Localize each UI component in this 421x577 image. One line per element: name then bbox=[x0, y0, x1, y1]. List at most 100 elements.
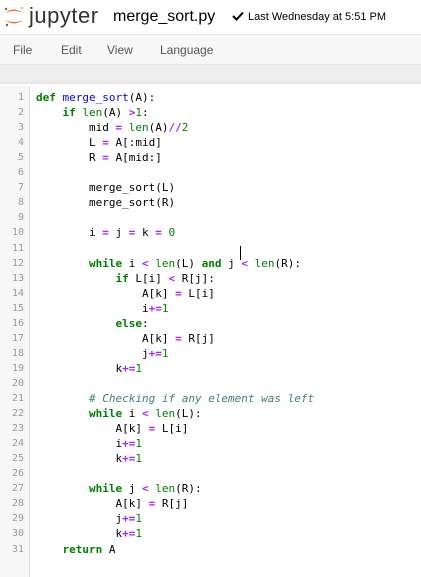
code-text[interactable]: if L[i] < R[j]: bbox=[36, 271, 214, 286]
line-number: 22 bbox=[11, 408, 24, 420]
line-number: 7 bbox=[17, 182, 24, 194]
line-number: 4 bbox=[17, 137, 24, 149]
line-number: 12 bbox=[11, 257, 24, 269]
line-number: 29 bbox=[11, 513, 24, 525]
line-number: 2 bbox=[17, 107, 24, 119]
menu-language[interactable]: Language bbox=[160, 43, 213, 57]
code-line[interactable]: 1 def merge_sort(A): bbox=[0, 90, 421, 105]
line-number: 1 bbox=[17, 92, 24, 103]
code-line[interactable]: 11 bbox=[0, 241, 421, 256]
code-text[interactable]: if len(A) >1: bbox=[36, 105, 149, 120]
code-text[interactable]: k+=1 bbox=[36, 451, 142, 466]
code-text[interactable]: A[k] = L[i] bbox=[36, 421, 188, 436]
code-text[interactable]: k+=1 bbox=[36, 361, 142, 376]
line-number: 6 bbox=[17, 167, 24, 179]
line-number: 24 bbox=[11, 438, 24, 450]
code-text[interactable]: while i < len(L): bbox=[36, 406, 202, 421]
code-text[interactable]: R = A[mid:] bbox=[36, 150, 162, 165]
line-number: 21 bbox=[11, 393, 24, 404]
code-line[interactable]: 13 if L[i] < R[j]: bbox=[0, 271, 421, 286]
line-number: 9 bbox=[17, 212, 24, 224]
line-number: 14 bbox=[11, 287, 24, 299]
code-line[interactable]: 7 merge_sort(L) bbox=[0, 180, 421, 195]
code-text[interactable]: j+=1 bbox=[36, 346, 169, 361]
line-number: 18 bbox=[11, 347, 24, 359]
code-line[interactable]: 15 i+=1 bbox=[0, 301, 421, 316]
line-number: 10 bbox=[11, 227, 24, 239]
code-line[interactable]: 19 k+=1 bbox=[0, 361, 421, 376]
code-text[interactable]: mid = len(A)//2 bbox=[36, 120, 188, 135]
menu-view[interactable]: View bbox=[107, 43, 133, 57]
line-number: 17 bbox=[11, 332, 24, 344]
code-line[interactable]: 6 bbox=[0, 165, 421, 180]
line-number: 16 bbox=[11, 317, 24, 329]
code-text[interactable]: merge_sort(L) bbox=[36, 180, 175, 195]
toolbar-spacer bbox=[0, 65, 421, 82]
code-text[interactable]: while i < len(L) and j < len(R): bbox=[36, 256, 301, 271]
code-text[interactable]: L = A[:mid] bbox=[36, 135, 162, 150]
code-text[interactable]: i+=1 bbox=[36, 301, 169, 316]
jupyter-logo-icon[interactable] bbox=[3, 4, 25, 28]
code-line[interactable]: 21 # Checking if any element was left bbox=[0, 391, 421, 406]
code-line[interactable]: 10 i = j = k = 0 bbox=[0, 225, 421, 240]
code-text[interactable]: merge_sort(R) bbox=[36, 195, 175, 210]
code-text[interactable]: A[k] = R[j] bbox=[36, 331, 215, 346]
file-name[interactable]: merge_sort.py bbox=[113, 8, 215, 26]
jupyter-brand[interactable]: jupyter bbox=[29, 4, 99, 28]
line-number: 11 bbox=[11, 242, 24, 254]
code-line[interactable]: 8 merge_sort(R) bbox=[0, 195, 421, 210]
code-line[interactable]: 22 while i < len(L): bbox=[0, 406, 421, 421]
code-line[interactable]: 16 else: bbox=[0, 316, 421, 331]
line-number: 5 bbox=[17, 152, 24, 164]
line-number: 26 bbox=[11, 468, 24, 480]
line-number: 19 bbox=[11, 362, 24, 374]
code-line[interactable]: 12 while i < len(L) and j < len(R): bbox=[0, 256, 421, 271]
code-line[interactable]: 23 A[k] = L[i] bbox=[0, 421, 421, 436]
code-line[interactable]: 9 bbox=[0, 210, 421, 225]
code-line[interactable]: 20 bbox=[0, 376, 421, 391]
code-editor[interactable]: 1 def merge_sort(A): 2 if len(A) >1: 3 mid … bbox=[0, 86, 421, 577]
code-line[interactable]: 28 A[k] = R[j] bbox=[0, 496, 421, 511]
line-number: 23 bbox=[11, 423, 24, 435]
line-number: 31 bbox=[11, 543, 24, 555]
code-text[interactable]: i = j = k = 0 bbox=[36, 225, 175, 240]
menu-file[interactable]: File bbox=[13, 43, 32, 57]
code-line[interactable]: 31 return A bbox=[0, 542, 421, 557]
code-line[interactable]: 3 mid = len(A)//2 bbox=[0, 120, 421, 135]
checkmark-icon bbox=[232, 11, 244, 21]
code-text[interactable]: A[k] = R[j] bbox=[36, 496, 188, 511]
code-line[interactable]: 2 if len(A) >1: bbox=[0, 105, 421, 120]
code-text[interactable]: A[k] = L[i] bbox=[36, 286, 215, 301]
code-text[interactable]: else: bbox=[36, 316, 148, 331]
header-shadow bbox=[0, 82, 421, 85]
code-text[interactable]: k+=1 bbox=[36, 526, 142, 541]
notebook-header: jupyter merge_sort.py Last Wednesday at … bbox=[0, 0, 421, 34]
code-text[interactable]: i+=1 bbox=[36, 436, 142, 451]
code-line[interactable]: 14 A[k] = L[i] bbox=[0, 286, 421, 301]
line-number: 20 bbox=[11, 377, 24, 389]
code-text[interactable]: # Checking if any element was left bbox=[36, 391, 314, 406]
code-line[interactable]: 29 j+=1 bbox=[0, 511, 421, 526]
line-number: 13 bbox=[11, 272, 24, 284]
code-line[interactable]: 4 L = A[:mid] bbox=[0, 135, 421, 150]
code-line[interactable]: 24 i+=1 bbox=[0, 436, 421, 451]
code-line[interactable]: 25 k+=1 bbox=[0, 451, 421, 466]
code-line[interactable]: 18 j+=1 bbox=[0, 346, 421, 361]
code-line[interactable]: 17 A[k] = R[j] bbox=[0, 331, 421, 346]
code-line[interactable]: 27 while j < len(R): bbox=[0, 481, 421, 496]
code-line[interactable]: 30 k+=1 bbox=[0, 526, 421, 541]
code-text[interactable]: j+=1 bbox=[36, 511, 142, 526]
line-number: 28 bbox=[11, 498, 24, 510]
line-number: 30 bbox=[11, 528, 24, 540]
code-line[interactable]: 26 bbox=[0, 466, 421, 481]
line-number: 27 bbox=[11, 483, 24, 495]
last-saved-status: Last Wednesday at 5:51 PM bbox=[248, 11, 386, 23]
code-text[interactable]: while j < len(R): bbox=[36, 481, 202, 496]
code-text[interactable]: return A bbox=[36, 542, 116, 557]
line-number: 8 bbox=[17, 197, 24, 209]
text-cursor bbox=[240, 246, 241, 260]
code-text[interactable]: def merge_sort(A): bbox=[36, 90, 155, 105]
menu-edit[interactable]: Edit bbox=[61, 43, 82, 57]
line-number: 3 bbox=[17, 122, 24, 134]
code-line[interactable]: 5 R = A[mid:] bbox=[0, 150, 421, 165]
